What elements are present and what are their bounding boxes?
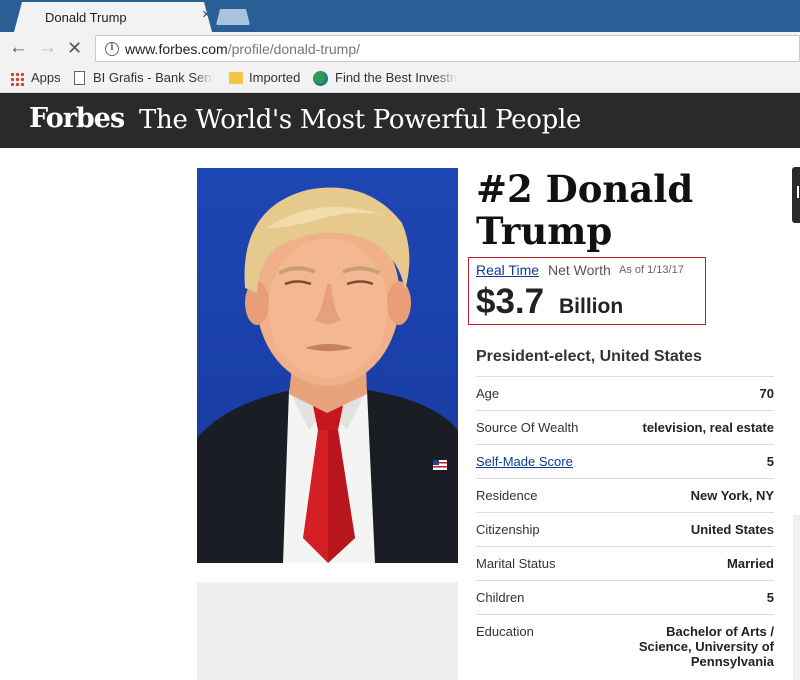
bookmark-bi-grafis[interactable]: BI Grafis - Bank Sentral (93, 70, 214, 85)
url-text[interactable]: www.forbes.com/profile/donald-trump/ (125, 41, 360, 57)
fact-row-marital-status: Marital Status Married (476, 546, 774, 580)
page-title: The World's Most Powerful People (139, 105, 582, 135)
networth-highlight-box: Real Time Net Worth As of 1/13/17 $3.7 B… (468, 257, 706, 325)
address-bar[interactable]: i www.forbes.com/profile/donald-trump/ (95, 35, 800, 62)
back-arrow-icon[interactable]: ← (9, 38, 28, 58)
site-favicon-icon (313, 71, 328, 86)
networth-as-of: As of 1/13/17 (619, 264, 684, 276)
browser-tabstrip: Donald Trump × (0, 0, 800, 32)
fact-row-self-made-score: Self-Made Score 5 (476, 444, 774, 478)
bookmark-imported[interactable]: Imported (249, 70, 300, 85)
fact-value: Bachelor of Arts / Science, University o… (638, 624, 774, 669)
bookmark-find-best-investment[interactable]: Find the Best Investment (335, 70, 457, 85)
fact-label: Age (476, 386, 500, 401)
fact-value: New York, NY (690, 488, 774, 503)
browser-tab-active[interactable]: Donald Trump × (14, 2, 212, 32)
profile-position: President-elect, United States (476, 348, 702, 365)
page-icon (74, 71, 85, 85)
fact-label: Residence (476, 488, 538, 503)
fact-value: Married (727, 556, 774, 571)
fact-row-children: Children 5 (476, 580, 774, 614)
scrollbar[interactable] (793, 515, 800, 680)
site-header: Forbes The World's Most Powerful People (0, 93, 800, 148)
apps-grid-icon[interactable] (10, 72, 24, 86)
networth-label: Net Worth (548, 262, 611, 278)
fact-value: United States (690, 522, 774, 537)
fact-label: Education (476, 624, 534, 639)
tab-title: Donald Trump (45, 10, 127, 25)
fact-row-residence: Residence New York, NY (476, 478, 774, 512)
stop-loading-icon[interactable]: ✕ (67, 38, 82, 58)
profile-facts-table: Age 70 Source Of Wealth television, real… (476, 376, 774, 674)
fact-value: television, real estate (642, 420, 774, 435)
image-placeholder (197, 582, 458, 680)
fact-value: 70 (759, 386, 774, 401)
fact-label: Source Of Wealth (476, 420, 579, 435)
fact-value: 5 (766, 590, 774, 605)
profile-photo (197, 168, 458, 563)
forward-arrow-icon[interactable]: → (38, 38, 57, 58)
fact-label: Children (476, 590, 525, 605)
forbes-logo[interactable]: Forbes (29, 103, 125, 134)
fact-label: Citizenship (476, 522, 540, 537)
fact-label: Marital Status (476, 556, 556, 571)
info-icon[interactable]: i (105, 42, 119, 56)
self-made-score-link[interactable]: Self-Made Score (476, 454, 573, 469)
fact-row-source-of-wealth: Source Of Wealth television, real estate (476, 410, 774, 444)
bookmark-apps[interactable]: Apps (31, 70, 61, 85)
bookmarks-bar: Apps BI Grafis - Bank Sentral Imported F… (0, 64, 800, 93)
profile-name: #2 Donald Trump (476, 167, 694, 253)
tab-close-icon[interactable]: × (202, 7, 211, 23)
new-tab-button[interactable] (216, 9, 250, 25)
real-time-link[interactable]: Real Time (476, 262, 539, 278)
folder-icon (229, 72, 243, 84)
networth-unit: Billion (559, 295, 624, 318)
fact-row-citizenship: Citizenship United States (476, 512, 774, 546)
fact-row-age: Age 70 (476, 376, 774, 410)
fact-value: 5 (766, 454, 774, 469)
networth-amount: $3.7 (476, 282, 545, 321)
browser-toolbar: ← → ✕ i www.forbes.com/profile/donald-tr… (0, 32, 800, 64)
fact-row-education: Education Bachelor of Arts / Science, Un… (476, 614, 774, 674)
